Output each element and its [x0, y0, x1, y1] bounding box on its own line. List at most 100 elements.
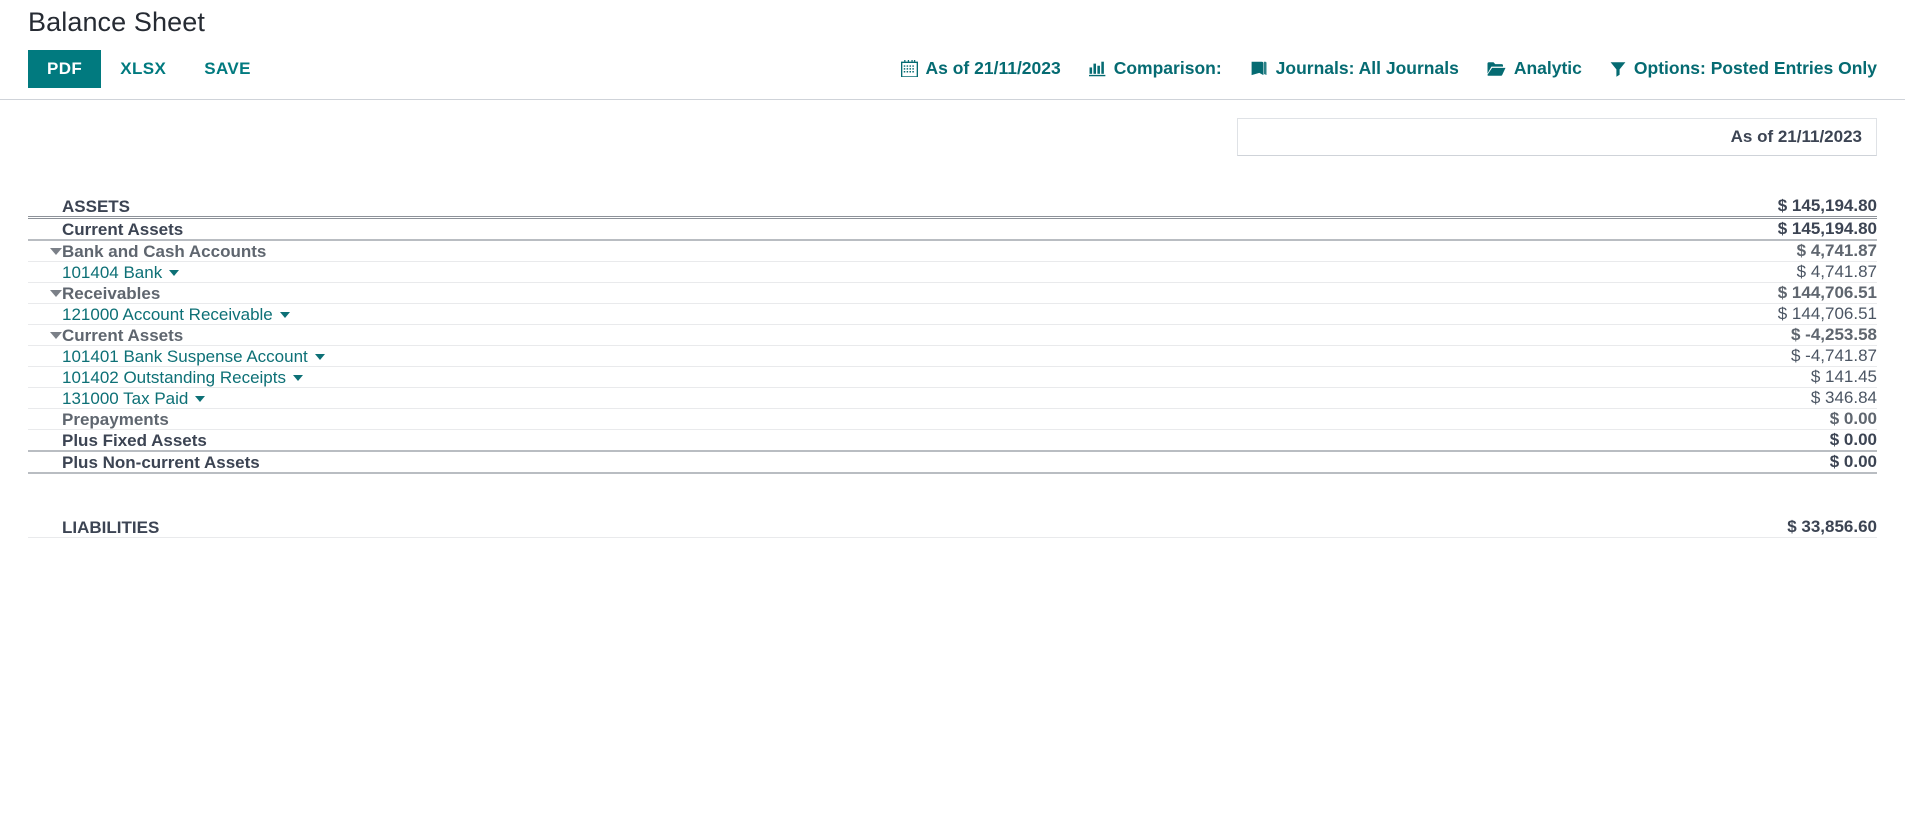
row-toggle-cell [28, 451, 62, 475]
table-row: 101402 Outstanding Receipts $ 141.45 [28, 366, 1877, 389]
chevron-down-icon[interactable] [50, 331, 62, 339]
row-toggle-cell [28, 261, 62, 284]
table-row: 101404 Bank $ 4,741.87 [28, 261, 1877, 284]
row-amount-liabilities: $ 33,856.60 [1577, 517, 1877, 539]
table-row: Prepayments $ 0.00 [28, 408, 1877, 431]
row-label-101402-outstanding-receipts[interactable]: 101402 Outstanding Receipts [62, 366, 1577, 389]
save-button[interactable]: SAVE [185, 50, 270, 89]
table-row-spacer [28, 473, 1877, 517]
row-label-current-assets-2: Current Assets [62, 324, 1577, 347]
row-amount-assets: $ 145,194.80 [1577, 196, 1877, 220]
table-row: Current Assets $ -4,253.58 [28, 324, 1877, 347]
control-bar: PDF XLSX SAVE As of 21/11/2023 Comparison: J… [0, 38, 1905, 101]
chevron-down-icon[interactable] [293, 375, 303, 382]
row-label-text: Receivables [62, 283, 161, 303]
row-label-plus-non-current-assets: Plus Non-current Assets [62, 451, 1577, 475]
table-row: 101401 Bank Suspense Account $ -4,741.87 [28, 345, 1877, 368]
column-header-row: As of 21/11/2023 [28, 100, 1877, 157]
row-toggle-cell [28, 217, 62, 242]
filter-label: Journals: All Journals [1275, 58, 1459, 79]
report-body: As of 21/11/2023 ASSETS $ 145,194.80 Curre… [0, 100, 1905, 539]
column-header-date: As of 21/11/2023 [1237, 118, 1877, 157]
table-row: Bank and Cash Accounts $ 4,741.87 [28, 240, 1877, 263]
chevron-down-icon[interactable] [314, 354, 325, 361]
row-amount-current-assets-1: $ 145,194.80 [1577, 217, 1877, 242]
row-label-131000-tax-paid[interactable]: 131000 Tax Paid [62, 387, 1577, 410]
pdf-button[interactable]: PDF [28, 49, 102, 89]
book-icon [1250, 60, 1268, 77]
row-amount-bank-and-cash: $ 4,741.87 [1577, 240, 1877, 263]
export-button-group: PDF XLSX SAVE [28, 49, 270, 89]
row-label-bank-and-cash: Bank and Cash Accounts [62, 240, 1577, 263]
page-title: Balance Sheet [28, 7, 205, 37]
row-label-text: 101402 Outstanding Receipts [62, 367, 286, 387]
row-toggle-cell[interactable] [28, 240, 62, 263]
report-page: Balance Sheet PDF XLSX SAVE As of 21/11/20… [0, 0, 1905, 539]
filter-icon [1610, 61, 1626, 77]
filter-calendar[interactable]: As of 21/11/2023 [900, 58, 1061, 79]
row-label-text: Plus Non-current Assets [62, 452, 260, 472]
row-label-assets: ASSETS [62, 196, 1577, 220]
xlsx-button[interactable]: XLSX [101, 50, 185, 89]
filter-label: Options: Posted Entries Only [1633, 58, 1877, 79]
table-row: 121000 Account Receivable $ 144,706.51 [28, 303, 1877, 326]
row-spacer [28, 473, 1877, 517]
balance-sheet-table: ASSETS $ 145,194.80 Current Assets $ 145,19… [28, 196, 1877, 539]
row-amount-prepayments: $ 0.00 [1577, 408, 1877, 431]
filter-book[interactable]: Journals: All Journals [1250, 60, 1459, 78]
row-toggle-cell [28, 517, 62, 539]
row-toggle-cell [28, 196, 62, 220]
filter-label: Analytic [1513, 58, 1582, 79]
filter-filter[interactable]: Options: Posted Entries Only [1610, 60, 1877, 78]
row-label-text: 101401 Bank Suspense Account [62, 346, 308, 366]
row-toggle-cell [28, 303, 62, 326]
chevron-down-icon[interactable] [195, 396, 206, 403]
filter-label: As of 21/11/2023 [925, 58, 1061, 79]
chevron-down-icon[interactable] [50, 247, 62, 255]
row-label-text: Bank and Cash Accounts [62, 241, 267, 261]
filter-bar-chart[interactable]: Comparison: [1088, 58, 1222, 79]
filter-bar: As of 21/11/2023 Comparison: Journals: All… [610, 60, 1877, 78]
table-row: Receivables $ 144,706.51 [28, 282, 1877, 305]
row-amount-101404-bank: $ 4,741.87 [1577, 261, 1877, 284]
calendar-icon [900, 60, 918, 78]
filter-folder-open[interactable]: Analytic [1487, 60, 1582, 78]
table-row: Current Assets $ 145,194.80 [28, 217, 1877, 242]
table-row: Plus Non-current Assets $ 0.00 [28, 451, 1877, 475]
row-label-101404-bank[interactable]: 101404 Bank [62, 261, 1577, 284]
row-amount-121000-account-receivable: $ 144,706.51 [1577, 303, 1877, 326]
row-amount-101402-outstanding-receipts: $ 141.45 [1577, 366, 1877, 389]
table-row: LIABILITIES $ 33,856.60 [28, 517, 1877, 539]
row-toggle-cell [28, 387, 62, 410]
row-label-current-assets-1: Current Assets [62, 217, 1577, 242]
row-amount-101401-bank-suspense: $ -4,741.87 [1577, 345, 1877, 368]
row-label-text: 121000 Account Receivable [62, 304, 273, 324]
filter-label: Comparison: [1113, 58, 1222, 79]
row-toggle-cell[interactable] [28, 282, 62, 305]
row-label-text: ASSETS [62, 196, 131, 216]
row-label-plus-fixed-assets: Plus Fixed Assets [62, 429, 1577, 453]
chevron-down-icon[interactable] [169, 270, 180, 277]
row-label-receivables: Receivables [62, 282, 1577, 305]
row-label-text: 101404 Bank [62, 262, 163, 282]
table-row: Plus Fixed Assets $ 0.00 [28, 429, 1877, 453]
row-amount-plus-non-current-assets: $ 0.00 [1577, 451, 1877, 475]
chevron-down-icon[interactable] [50, 289, 62, 297]
folder-open-icon [1487, 61, 1506, 77]
row-label-liabilities: LIABILITIES [62, 517, 1577, 539]
chevron-down-icon[interactable] [279, 312, 290, 319]
row-label-prepayments: Prepayments [62, 408, 1577, 431]
table-row: 131000 Tax Paid $ 346.84 [28, 387, 1877, 410]
row-amount-plus-fixed-assets: $ 0.00 [1577, 429, 1877, 453]
row-amount-current-assets-2: $ -4,253.58 [1577, 324, 1877, 347]
row-label-text: Plus Fixed Assets [62, 430, 207, 450]
row-toggle-cell[interactable] [28, 324, 62, 347]
row-toggle-cell [28, 345, 62, 368]
row-label-101401-bank-suspense[interactable]: 101401 Bank Suspense Account [62, 345, 1577, 368]
row-label-text: 131000 Tax Paid [62, 388, 189, 408]
row-label-text: Prepayments [62, 409, 169, 429]
row-toggle-cell [28, 366, 62, 389]
row-label-121000-account-receivable[interactable]: 121000 Account Receivable [62, 303, 1577, 326]
row-label-text: LIABILITIES [62, 517, 160, 537]
row-toggle-cell [28, 429, 62, 453]
